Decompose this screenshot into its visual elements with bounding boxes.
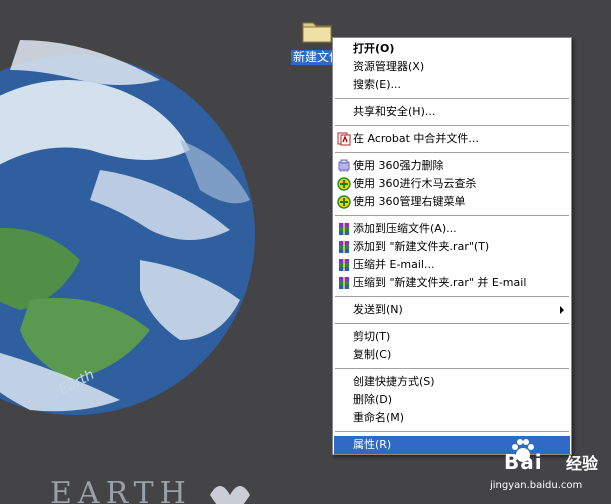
menu-item-add-archive[interactable]: 添加到压缩文件(A)... — [334, 220, 570, 238]
360-scan-icon — [337, 177, 351, 191]
menu-label: 使用 360强力删除 — [353, 159, 444, 172]
menu-item-delete[interactable]: 删除(D) — [334, 391, 570, 409]
menu-separator — [335, 215, 569, 216]
menu-label: 使用 360管理右键菜单 — [353, 195, 466, 208]
menu-label: 添加到 "新建文件夹.rar"(T) — [353, 240, 490, 253]
menu-label: 添加到压缩文件(A)... — [353, 222, 457, 235]
menu-separator — [335, 323, 569, 324]
menu-item-copy[interactable]: 复制(C) — [334, 346, 570, 364]
watermark-url: jingyan.baidu.com — [490, 480, 583, 491]
menu-item-compress-email[interactable]: 压缩并 E-mail... — [334, 256, 570, 274]
menu-separator — [335, 368, 569, 369]
360-shred-icon — [337, 159, 351, 173]
menu-item-create-shortcut[interactable]: 创建快捷方式(S) — [334, 373, 570, 391]
menu-item-compress-rar-email[interactable]: 压缩到 "新建文件夹.rar" 并 E-mail — [334, 274, 570, 292]
acrobat-icon — [337, 132, 351, 146]
menu-separator — [335, 98, 569, 99]
menu-label: 创建快捷方式(S) — [353, 375, 435, 388]
wallpaper-title: EARTH — [50, 476, 192, 504]
menu-label: 重命名(M) — [353, 411, 405, 424]
menu-label: 压缩到 "新建文件夹.rar" 并 E-mail — [353, 276, 527, 289]
menu-item-360-shred[interactable]: 使用 360强力删除 — [334, 157, 570, 175]
menu-item-send-to[interactable]: 发送到(N) — [334, 301, 570, 319]
menu-item-explorer[interactable]: 资源管理器(X) — [334, 58, 570, 76]
menu-label: 复制(C) — [353, 348, 392, 361]
menu-item-360-manage[interactable]: 使用 360管理右键菜单 — [334, 193, 570, 211]
menu-item-search[interactable]: 搜索(E)... — [334, 76, 570, 94]
menu-item-acrobat-combine[interactable]: 在 Acrobat 中合并文件... — [334, 130, 570, 148]
menu-label: 在 Acrobat 中合并文件... — [353, 132, 479, 145]
submenu-arrow-icon — [560, 306, 564, 314]
menu-label: 压缩并 E-mail... — [353, 258, 435, 271]
menu-label: 删除(D) — [353, 393, 393, 406]
winrar-icon — [337, 240, 351, 254]
menu-item-360-scan[interactable]: 使用 360进行木马云查杀 — [334, 175, 570, 193]
menu-item-sharing-security[interactable]: 共享和安全(H)... — [334, 103, 570, 121]
menu-item-add-to-rar[interactable]: 添加到 "新建文件夹.rar"(T) — [334, 238, 570, 256]
menu-separator — [335, 125, 569, 126]
menu-item-cut[interactable]: 剪切(T) — [334, 328, 570, 346]
menu-label: 使用 360进行木马云查杀 — [353, 177, 477, 190]
folder-icon — [301, 18, 333, 44]
menu-separator — [335, 152, 569, 153]
winrar-icon — [337, 258, 351, 272]
menu-item-rename[interactable]: 重命名(M) — [334, 409, 570, 427]
menu-label: 属性(R) — [353, 438, 392, 451]
menu-item-open[interactable]: 打开(O) — [334, 40, 570, 58]
menu-label: 搜索(E)... — [353, 78, 402, 91]
360-manage-icon — [337, 195, 351, 209]
menu-label: 共享和安全(H)... — [353, 105, 436, 118]
menu-separator — [335, 296, 569, 297]
winrar-icon — [337, 222, 351, 236]
menu-label: 发送到(N) — [353, 303, 403, 316]
menu-label: 剪切(T) — [353, 330, 391, 343]
watermark-brand-cn: 经验 — [566, 454, 599, 473]
baidu-watermark: Bai 经验 jingyan.baidu.com — [470, 436, 611, 504]
menu-label: 资源管理器(X) — [353, 60, 425, 73]
winrar-icon — [337, 276, 351, 290]
menu-separator — [335, 431, 569, 432]
menu-label: 打开(O) — [353, 42, 395, 55]
context-menu: 打开(O) 资源管理器(X) 搜索(E)... 共享和安全(H)... 在 Ac… — [332, 37, 572, 455]
watermark-brand: Bai — [504, 450, 543, 474]
